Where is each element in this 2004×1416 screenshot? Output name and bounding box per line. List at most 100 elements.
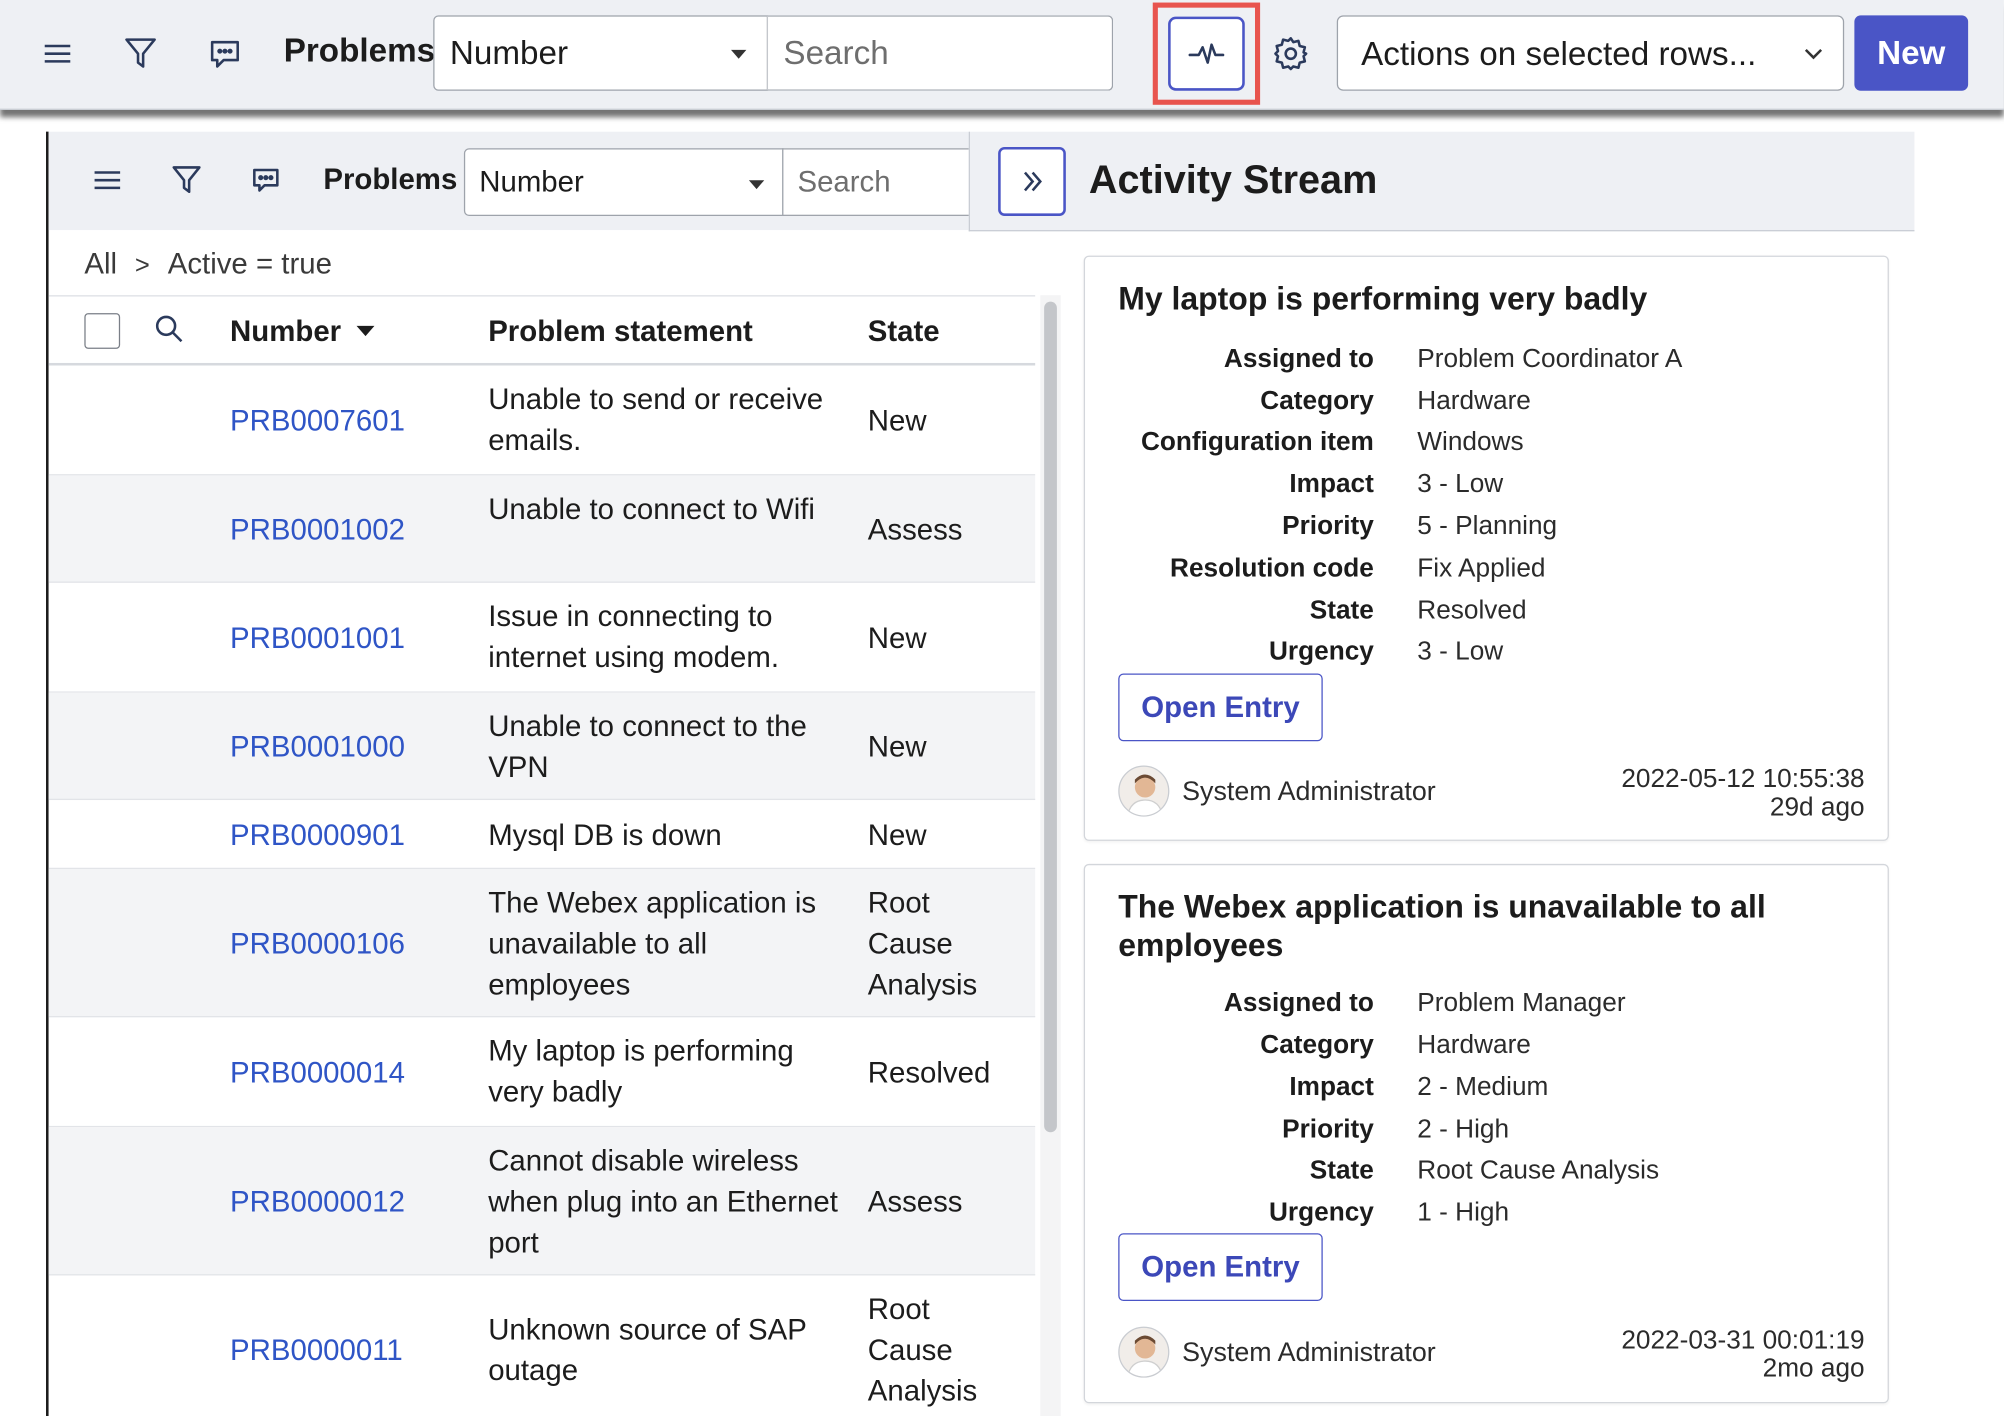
activity-card: My laptop is performing very badly Assig… bbox=[1083, 255, 1889, 841]
problem-statement: Unable to connect to the VPN bbox=[488, 709, 807, 784]
table-row[interactable]: PRB0000012 Cannot disable wireless when … bbox=[48, 1127, 1036, 1276]
problem-number-link[interactable]: PRB0000901 bbox=[230, 814, 405, 855]
problem-state: Resolved bbox=[867, 1055, 991, 1089]
problem-number-link[interactable]: PRB0001001 bbox=[230, 617, 405, 658]
list-scrollbar-thumb[interactable] bbox=[1044, 301, 1057, 1133]
problem-state: New bbox=[867, 817, 927, 852]
open-entry-button[interactable]: Open Entry bbox=[1118, 1233, 1323, 1302]
activity-author: System Administrator bbox=[1182, 777, 1436, 807]
actions-select[interactable]: Actions on selected rows... bbox=[1336, 15, 1845, 91]
new-button[interactable]: New bbox=[1854, 15, 1969, 91]
table-row[interactable]: PRB0001000 Unable to connect to the VPN … bbox=[48, 692, 1036, 801]
problem-state: Root Cause Analysis bbox=[867, 885, 978, 1001]
list-field-select-value: Number bbox=[479, 164, 584, 199]
field-label: Resolution code bbox=[1170, 553, 1374, 583]
problem-statement: Unable to send or receive emails. bbox=[488, 382, 824, 457]
activity-pulse-icon bbox=[1188, 43, 1225, 64]
filter-icon[interactable] bbox=[115, 28, 166, 79]
problem-number-link[interactable]: PRB0000012 bbox=[230, 1181, 405, 1222]
field-select-value: Number bbox=[449, 33, 569, 72]
problem-number-link[interactable]: PRB0000011 bbox=[230, 1329, 403, 1370]
activity-datetime: 2022-03-31 00:01:19 bbox=[1621, 1325, 1865, 1355]
list-field-select[interactable]: Number bbox=[463, 148, 784, 216]
problem-state: Assess bbox=[867, 512, 963, 546]
sort-desc-icon bbox=[356, 325, 375, 337]
double-chevron-right-icon bbox=[1023, 171, 1042, 192]
filter-icon[interactable] bbox=[164, 157, 210, 203]
caret-down-icon bbox=[731, 49, 747, 59]
problem-state: New bbox=[867, 729, 927, 763]
breadcrumb-all[interactable]: All bbox=[84, 247, 117, 280]
field-label: Urgency bbox=[1269, 636, 1374, 666]
field-label: Category bbox=[1260, 385, 1374, 416]
problem-statement: Mysql DB is down bbox=[488, 817, 722, 852]
activity-card-title: My laptop is performing very badly bbox=[1118, 281, 1648, 317]
problem-statement: Unknown source of SAP outage bbox=[488, 1312, 807, 1387]
field-value: 3 - Low bbox=[1417, 636, 1504, 666]
problem-number-link[interactable]: PRB0001002 bbox=[230, 509, 405, 550]
table-row[interactable]: PRB0001001 Issue in connecting to intern… bbox=[48, 583, 1036, 693]
activity-card: The Webex application is unavailable to … bbox=[1083, 863, 1889, 1404]
table-row[interactable]: PRB0000011 Unknown source of SAP outage … bbox=[49, 1275, 1036, 1416]
top-toolbar: Problems Number Search Actions on select… bbox=[0, 0, 2004, 110]
activity-timestamp: 2022-05-12 10:55:38 29d ago bbox=[1621, 765, 1865, 822]
activity-relative-time: 29d ago bbox=[1769, 792, 1865, 822]
problem-number-link[interactable]: PRB0000106 bbox=[230, 923, 405, 964]
avatar-icon bbox=[1118, 765, 1170, 817]
field-label: Impact bbox=[1289, 469, 1374, 499]
problem-statement: Issue in connecting to internet using mo… bbox=[488, 599, 780, 674]
problem-statement: Unable to connect to Wifi bbox=[488, 492, 815, 526]
table-row[interactable]: PRB0000014 My laptop is performing very … bbox=[48, 1017, 1036, 1128]
hamburger-icon[interactable] bbox=[84, 157, 130, 203]
column-number[interactable]: Number bbox=[230, 314, 375, 349]
activity-stream-title: Activity Stream bbox=[1088, 157, 1378, 202]
field-value: Problem Manager bbox=[1417, 987, 1626, 1018]
table-row[interactable]: PRB0001002 Unable to connect to Wifi Ass… bbox=[48, 475, 1036, 583]
hamburger-icon[interactable] bbox=[32, 28, 83, 79]
toolbar-title: Problems bbox=[283, 30, 436, 70]
column-state[interactable]: State bbox=[868, 314, 940, 349]
comment-icon[interactable] bbox=[243, 157, 289, 203]
table-row[interactable]: PRB0007601 Unable to send or receive ema… bbox=[48, 366, 1036, 476]
select-all-checkbox[interactable] bbox=[84, 313, 121, 349]
problem-statement: The Webex application is unavailable to … bbox=[488, 885, 817, 1001]
field-value: 3 - Low bbox=[1417, 469, 1504, 499]
problem-number-link[interactable]: PRB0007601 bbox=[230, 400, 405, 441]
field-select[interactable]: Number bbox=[433, 15, 769, 91]
activity-author: System Administrator bbox=[1182, 1338, 1436, 1368]
field-label: Assigned to bbox=[1223, 987, 1374, 1018]
list-title: Problems bbox=[323, 162, 458, 196]
activity-timestamp: 2022-03-31 00:01:19 2mo ago bbox=[1621, 1325, 1865, 1383]
problem-state: Assess bbox=[867, 1184, 963, 1218]
avatar-icon bbox=[1118, 1326, 1170, 1378]
search-icon[interactable] bbox=[153, 313, 184, 350]
field-label: Assigned to bbox=[1223, 343, 1374, 374]
problem-number-link[interactable]: PRB0000014 bbox=[230, 1052, 405, 1093]
search-input[interactable]: Search bbox=[766, 15, 1114, 91]
activity-stream-header: Activity Stream bbox=[968, 131, 1915, 232]
problems-table: Number Problem statement State PRB000760… bbox=[48, 295, 1036, 1416]
field-value: 2 - Medium bbox=[1417, 1072, 1549, 1102]
comment-icon[interactable] bbox=[199, 28, 250, 79]
list-search-input[interactable]: Search bbox=[782, 148, 987, 216]
field-label: State bbox=[1309, 1155, 1374, 1185]
field-value: Hardware bbox=[1417, 385, 1531, 416]
table-row[interactable]: PRB0000901 Mysql DB is down New bbox=[48, 800, 1036, 870]
caret-down-icon bbox=[748, 180, 765, 190]
activity-stream-button[interactable] bbox=[1168, 16, 1245, 91]
open-entry-button[interactable]: Open Entry bbox=[1118, 673, 1323, 742]
column-statement[interactable]: Problem statement bbox=[488, 314, 753, 349]
gear-icon[interactable] bbox=[1265, 28, 1316, 79]
collapse-panel-button[interactable] bbox=[998, 146, 1066, 216]
field-value: Resolved bbox=[1417, 595, 1527, 625]
field-value: Problem Coordinator A bbox=[1417, 343, 1683, 374]
problem-state: Root Cause Analysis bbox=[867, 1292, 978, 1408]
field-label: Urgency bbox=[1269, 1197, 1374, 1227]
breadcrumb: All > Active = true bbox=[84, 247, 332, 282]
problem-number-link[interactable]: PRB0001000 bbox=[230, 726, 405, 767]
column-number-label: Number bbox=[230, 314, 342, 348]
breadcrumb-filter[interactable]: Active = true bbox=[168, 247, 332, 280]
stage: Problems Number Search Actions on select… bbox=[0, 0, 2004, 1416]
table-row[interactable]: PRB0000106 The Webex application is unav… bbox=[48, 869, 1036, 1018]
list-header: Problems Number Search bbox=[48, 131, 987, 231]
